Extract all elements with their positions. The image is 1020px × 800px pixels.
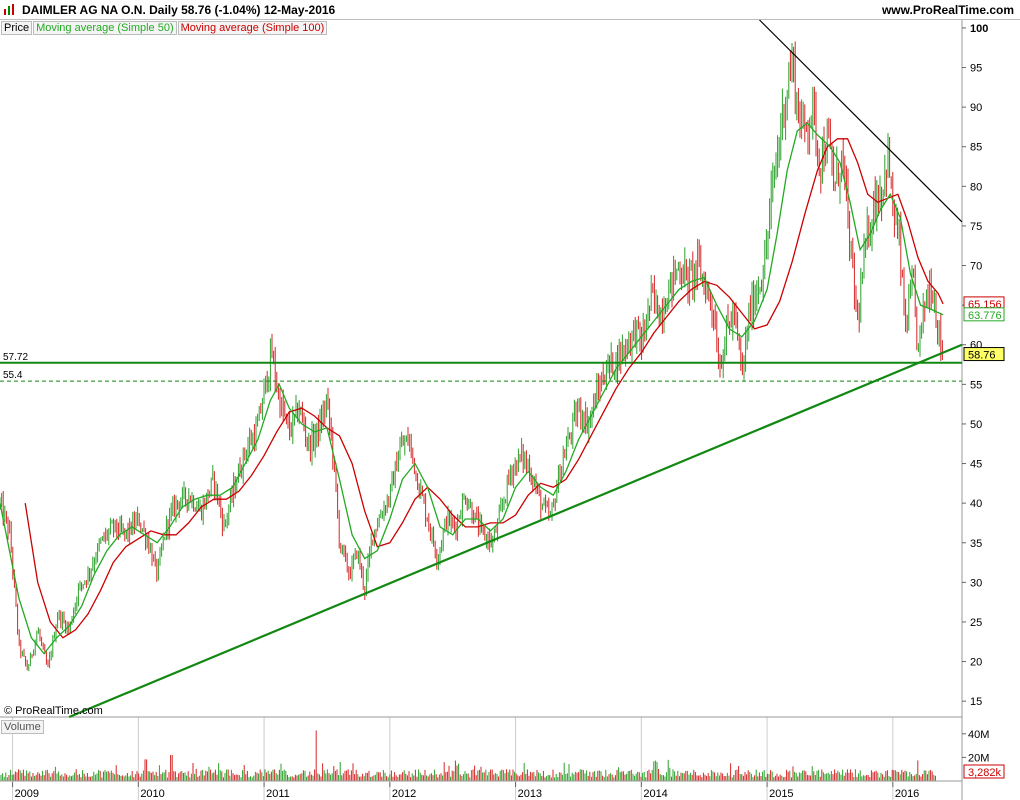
volume-tick-label: 40M [968, 729, 989, 741]
y-tick-label: 50 [970, 419, 982, 431]
x-tick-label: 2015 [769, 788, 793, 800]
y-tick-label: 80 [970, 181, 982, 193]
resistance-trendline [759, 19, 963, 223]
y-tick-label: 70 [970, 261, 982, 273]
support-trendline [68, 343, 963, 719]
y-tick-label: 20 [970, 657, 982, 669]
volume-tick-label: 20M [968, 752, 989, 764]
x-tick-label: 2010 [140, 788, 164, 800]
volume-last-label: 3,282k [968, 767, 1002, 779]
y-tick-label: 90 [970, 102, 982, 114]
y-tick-label: 25 [970, 617, 982, 629]
y-tick-label: 100 [970, 23, 988, 35]
copyright-notice: © ProRealTime.com [4, 705, 103, 717]
last-value-label: 58.76 [968, 350, 996, 362]
y-tick-label: 55 [970, 379, 982, 391]
horizontal-level-label: 55.4 [3, 370, 23, 381]
ma50-line [0, 122, 944, 655]
volume-bars [0, 730, 936, 781]
last-value-labels: 65.15663.77658.76 [963, 296, 1005, 362]
price-axis: 1520253035404550556065707580859095100 [962, 23, 988, 708]
x-tick-label: 2016 [895, 788, 919, 800]
y-tick-label: 75 [970, 221, 982, 233]
time-axis: 2009 2010 2011 2012 2013 2014 2015 2016 [12, 782, 919, 800]
ma100-line [24, 138, 944, 639]
y-tick-label: 85 [970, 142, 982, 154]
x-tick-label: 2012 [392, 788, 416, 800]
volume-panel-label[interactable]: Volume [1, 720, 44, 734]
price-chart: 57.7255.4 152025303540455055606570758085… [0, 19, 1005, 800]
x-tick-label: 2009 [15, 788, 39, 800]
y-tick-label: 35 [970, 538, 982, 550]
y-tick-label: 15 [970, 696, 982, 708]
y-tick-label: 95 [970, 63, 982, 75]
price-bars [0, 41, 943, 672]
moving-averages [0, 122, 944, 655]
x-tick-label: 2013 [518, 788, 542, 800]
trend-lines [68, 19, 963, 719]
last-value-label: 63.776 [968, 310, 1002, 322]
x-tick-label: 2014 [643, 788, 667, 800]
y-tick-label: 45 [970, 459, 982, 471]
horizontal-levels: 57.72 55.4 [0, 352, 962, 382]
horizontal-level-label: 57.72 [3, 352, 28, 363]
y-tick-label: 40 [970, 498, 982, 510]
x-tick-label: 2011 [266, 788, 290, 800]
y-tick-label: 30 [970, 577, 982, 589]
